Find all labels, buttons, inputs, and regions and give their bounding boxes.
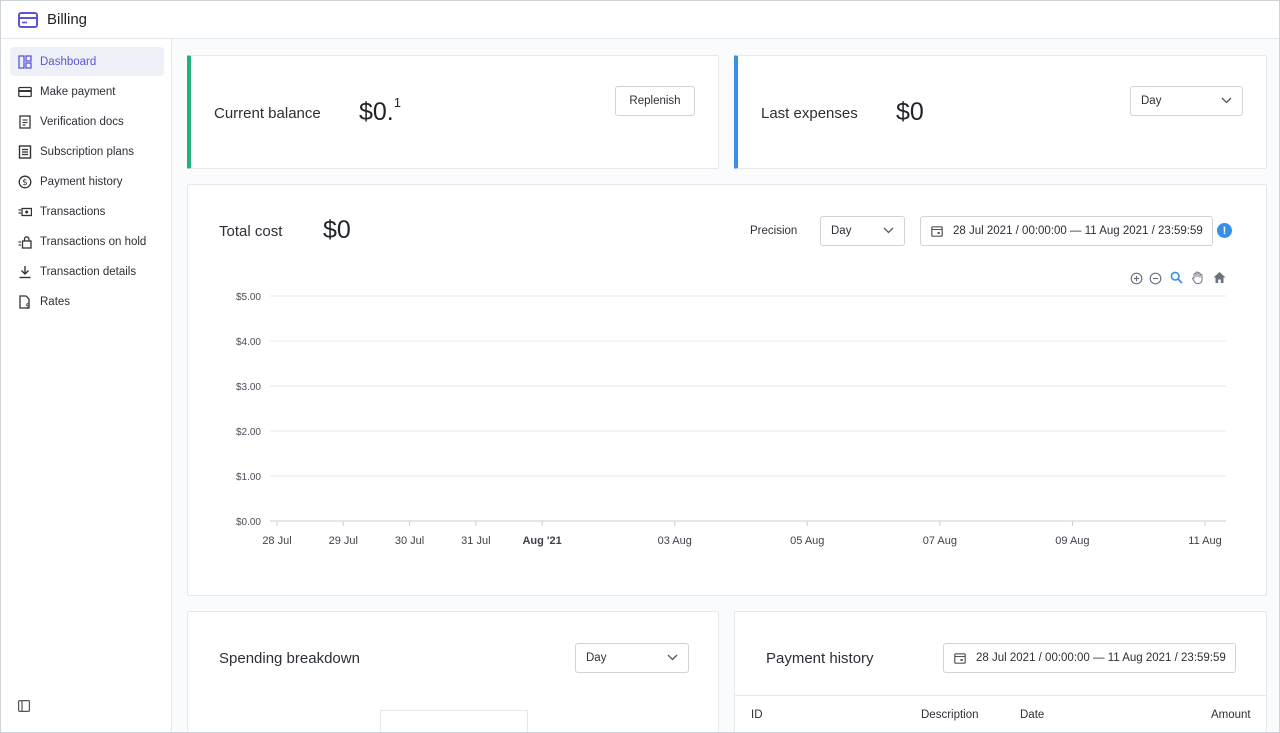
y-tick-label: $0.00 xyxy=(236,517,261,528)
x-tick-label: 29 Jul xyxy=(329,535,358,547)
x-tick-label: 09 Aug xyxy=(1055,535,1089,547)
sidebar-item-transaction-details[interactable]: Transaction details xyxy=(10,257,164,286)
x-tick-label: 11 Aug xyxy=(1188,535,1221,547)
y-tick-label: $1.00 xyxy=(236,472,261,483)
spending-breakdown-title: Spending breakdown xyxy=(219,650,360,667)
y-tick-label: $3.00 xyxy=(236,382,261,393)
billing-card-icon xyxy=(18,11,38,28)
x-tick-label: 31 Jul xyxy=(461,535,490,547)
select-value: Day xyxy=(1141,95,1162,107)
expenses-period-select[interactable]: Day xyxy=(1130,86,1243,116)
last-expenses-title: Last expenses xyxy=(761,105,858,122)
sidebar-item-label: Transaction details xyxy=(40,265,137,278)
sidebar-item-rates[interactable]: $ Rates xyxy=(10,287,164,316)
sidebar-item-label: Transactions xyxy=(40,205,106,218)
expenses-value: 0 xyxy=(909,98,924,126)
sidebar-item-label: Subscription plans xyxy=(40,145,134,158)
spending-period-select[interactable]: Day xyxy=(575,643,689,673)
document-icon xyxy=(18,114,32,129)
column-header-id[interactable]: ID xyxy=(751,709,763,721)
download-icon xyxy=(18,265,32,279)
y-tick-label: $4.00 xyxy=(236,337,261,348)
replenish-button[interactable]: Replenish xyxy=(615,86,695,116)
calendar-icon xyxy=(954,653,966,664)
y-tick-label: $5.00 xyxy=(236,292,261,303)
current-balance-title: Current balance xyxy=(214,105,321,122)
chevron-down-icon xyxy=(1221,97,1232,104)
last-expenses-card: Last expenses $0 Day xyxy=(734,55,1267,169)
total-cost-chart: $0.00 $1.00 $2.00 $3.00 $4.00 $5.00 28 Jul 29 J… xyxy=(236,292,1226,547)
transactions-icon xyxy=(18,205,32,219)
x-tick-label: 28 Jul xyxy=(262,535,291,547)
select-value: Day xyxy=(586,652,607,664)
sidebar-item-make-payment[interactable]: Make payment xyxy=(10,77,164,106)
column-header-amount[interactable]: Amount xyxy=(1211,709,1251,721)
spending-breakdown-card: Spending breakdown Day xyxy=(187,611,719,732)
sidebar-item-subscription-plans[interactable]: Subscription plans xyxy=(10,137,164,166)
balance-value: 0. xyxy=(372,98,394,126)
lock-icon xyxy=(18,235,32,249)
total-cost-card: Total cost $0 Precision Day 28 Jul 2021 … xyxy=(187,184,1267,596)
sidebar-item-label: Rates xyxy=(40,295,71,308)
sidebar-item-verification-docs[interactable]: Verification docs xyxy=(10,107,164,136)
card-icon xyxy=(18,85,32,99)
sidebar-item-label: Make payment xyxy=(40,85,116,98)
chevron-down-icon xyxy=(667,654,678,661)
rates-file-icon: $ xyxy=(18,294,32,309)
current-balance-card: Current balance $0.1 Replenish xyxy=(187,55,719,169)
app-window: Billing Dashboard Make payment Verificat… xyxy=(0,0,1280,733)
sidebar-item-label: Transactions on hold xyxy=(40,235,147,248)
payment-history-title: Payment history xyxy=(766,650,874,667)
sidebar-item-transactions-on-hold[interactable]: Transactions on hold xyxy=(10,227,164,256)
dollar-circle-icon: $ xyxy=(18,175,32,189)
list-icon xyxy=(18,144,32,159)
column-header-date[interactable]: Date xyxy=(1020,709,1044,721)
svg-text:$: $ xyxy=(25,302,29,309)
y-tick-label: $2.00 xyxy=(236,427,261,438)
sidebar-item-label: Payment history xyxy=(40,175,123,188)
payment-history-card: Payment history 28 Jul 2021 / 00:00:00 —… xyxy=(734,611,1267,732)
date-range-value: 28 Jul 2021 / 00:00:00 — 11 Aug 2021 / 2… xyxy=(976,652,1226,664)
x-tick-label: 07 Aug xyxy=(923,535,957,547)
balance-superscript: 1 xyxy=(393,94,401,110)
sidebar-item-label: Dashboard xyxy=(40,55,97,68)
top-bar: Billing xyxy=(1,1,1279,39)
sidebar: Dashboard Make payment Verification docs… xyxy=(1,39,172,732)
currency-symbol: $ xyxy=(896,98,910,126)
current-balance-amount: $0.1 xyxy=(359,94,401,127)
sidebar-item-transactions[interactable]: Transactions xyxy=(10,197,164,226)
x-tick-label: 05 Aug xyxy=(790,535,824,547)
x-tick-label: Aug '21 xyxy=(522,535,561,547)
sidebar-item-dashboard[interactable]: Dashboard xyxy=(10,47,164,76)
table-divider xyxy=(735,695,1266,696)
currency-symbol: $ xyxy=(359,98,373,126)
spending-chart-area xyxy=(380,710,528,732)
svg-text:$: $ xyxy=(22,178,27,188)
column-header-description[interactable]: Description xyxy=(921,709,979,721)
dashboard-icon xyxy=(18,54,32,69)
sidebar-collapse-icon[interactable] xyxy=(18,700,30,712)
x-tick-label: 03 Aug xyxy=(658,535,692,547)
sidebar-item-payment-history[interactable]: $ Payment history xyxy=(10,167,164,196)
x-tick-label: 30 Jul xyxy=(395,535,424,547)
last-expenses-amount: $0 xyxy=(896,98,924,127)
payment-history-date-range[interactable]: 28 Jul 2021 / 00:00:00 — 11 Aug 2021 / 2… xyxy=(943,643,1236,673)
sidebar-item-label: Verification docs xyxy=(40,115,124,128)
app-title: Billing xyxy=(47,11,88,28)
